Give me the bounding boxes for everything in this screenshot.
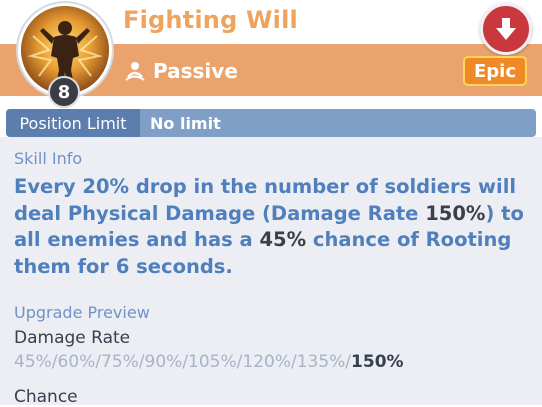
description-chance: 45% xyxy=(259,228,307,251)
damage-rate-values: 45%/60%/75%/90%/105%/120%/135%/150% xyxy=(14,352,404,372)
skill-title: Fighting Will xyxy=(123,6,298,34)
upgrade-preview-label: Upgrade Preview xyxy=(14,303,150,322)
skill-description: Every 20% drop in the number of soldiers… xyxy=(14,174,534,280)
down-arrow-button[interactable] xyxy=(480,3,532,55)
skill-type: Passive xyxy=(123,58,238,84)
damage-rate-progression: 45%/60%/75%/90%/105%/120%/135%/ xyxy=(14,352,352,372)
position-limit-value: No limit xyxy=(150,113,221,133)
chance-label: Chance xyxy=(14,387,78,407)
passive-skill-icon xyxy=(123,59,147,83)
rarity-badge: Epic xyxy=(463,56,527,86)
position-limit-label: Position Limit xyxy=(6,109,140,137)
skill-info-label: Skill Info xyxy=(14,149,83,168)
skill-type-label: Passive xyxy=(153,59,238,83)
damage-rate-current: 150% xyxy=(351,352,404,372)
description-damage-rate: 150% xyxy=(425,201,486,225)
down-arrow-icon xyxy=(496,18,516,40)
damage-rate-label: Damage Rate xyxy=(14,328,131,348)
position-limit-row: Position Limit No limit xyxy=(6,109,536,137)
skill-level-badge: 8 xyxy=(48,76,80,108)
